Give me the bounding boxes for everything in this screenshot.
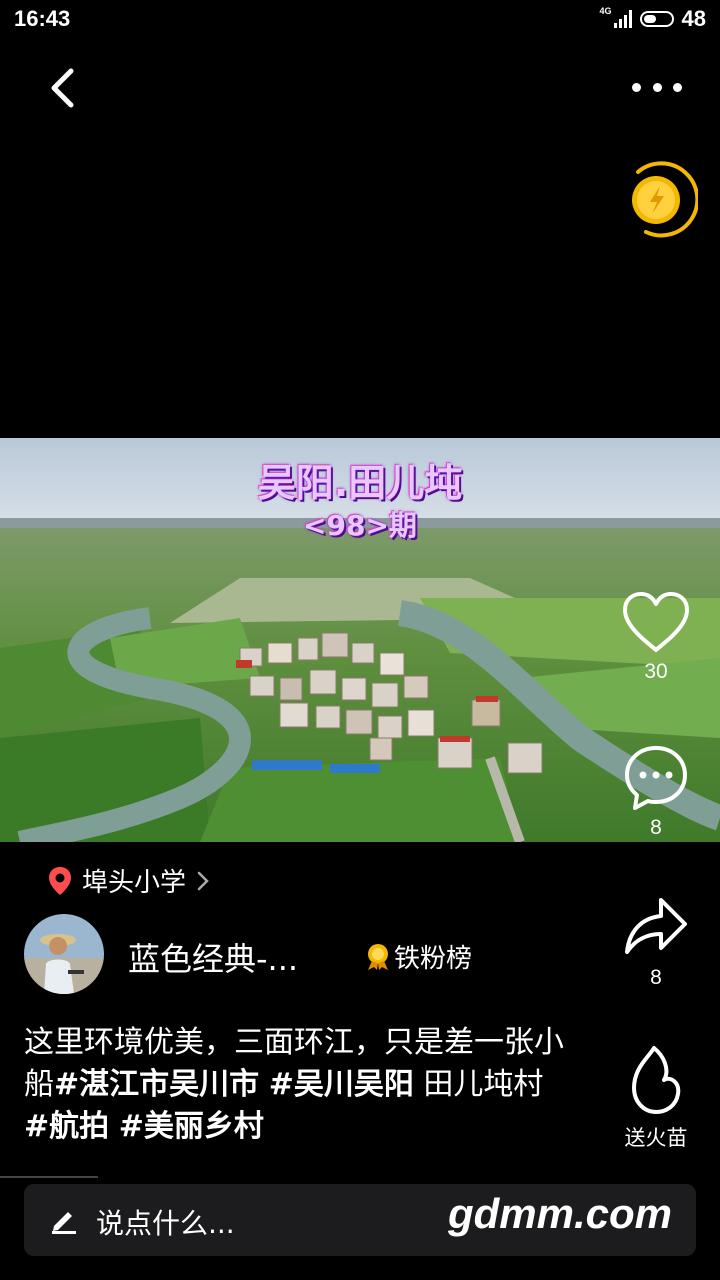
status-time: 16:43 (14, 6, 71, 31)
like-count: 30 (644, 660, 668, 683)
comment-input-bar[interactable]: 说点什么... gdmm.com (24, 1184, 696, 1256)
share-button[interactable]: 8 (611, 894, 701, 990)
video-title-line1: 吴阳.田儿坉 (257, 461, 463, 505)
hashtag[interactable]: #美丽乡村 (119, 1109, 264, 1144)
hashtag[interactable]: #吴川吴阳 (269, 1067, 414, 1102)
medal-icon (368, 943, 388, 970)
chevron-right-icon (197, 871, 209, 890)
avatar[interactable] (24, 914, 104, 994)
avatar-image (24, 914, 104, 994)
fan-ranking-label: 铁粉榜 (394, 944, 473, 974)
comment-button[interactable]: 8 (611, 742, 701, 840)
reward-coin-button[interactable] (620, 160, 700, 242)
like-button[interactable]: 30 (611, 590, 701, 684)
battery-icon (639, 11, 674, 27)
send-fire-button[interactable]: 送火苗 (611, 1044, 701, 1152)
dot-icon (673, 82, 682, 92)
post-description: 这里环境优美，三面环江，只是差一张小船#湛江市吴川市 #吴川吴阳 田儿坉村#航拍… (24, 1022, 564, 1148)
network-type: 4G (599, 6, 612, 16)
description-text: 田儿坉村 (413, 1067, 544, 1102)
comment-count: 8 (650, 816, 662, 839)
back-button[interactable] (44, 64, 84, 112)
fan-ranking-link[interactable]: 铁粉榜 (366, 938, 472, 975)
share-count: 8 (650, 966, 662, 989)
share-arrow-icon (625, 898, 687, 954)
divider (0, 1176, 98, 1178)
hashtag[interactable]: #湛江市吴川市 (54, 1067, 259, 1102)
send-fire-label: 送火苗 (624, 1127, 688, 1150)
hashtag[interactable]: #航拍 (24, 1109, 109, 1144)
dot-icon (632, 82, 641, 92)
author-name[interactable]: 蓝色经典-... (128, 934, 298, 980)
pencil-icon (52, 1212, 76, 1234)
watermark: gdmm.com (447, 1190, 672, 1237)
status-icons: 4G 48 (600, 6, 707, 32)
comment-bubble-icon (625, 746, 687, 810)
video-title-line2: <98>期 (303, 509, 417, 542)
more-options-button[interactable] (632, 74, 682, 100)
location-tag[interactable]: 埠头小学 (48, 862, 210, 899)
flame-icon (632, 1046, 681, 1114)
signal-icon (613, 10, 632, 28)
location-name: 埠头小学 (82, 868, 187, 898)
gold-coin-icon (632, 161, 700, 238)
chevron-left-icon (51, 68, 74, 108)
comment-placeholder: 说点什么... (96, 1207, 235, 1240)
location-pin-icon (49, 866, 71, 895)
heart-icon (623, 592, 689, 652)
battery-level: 48 (681, 6, 706, 31)
dot-icon (652, 82, 662, 92)
